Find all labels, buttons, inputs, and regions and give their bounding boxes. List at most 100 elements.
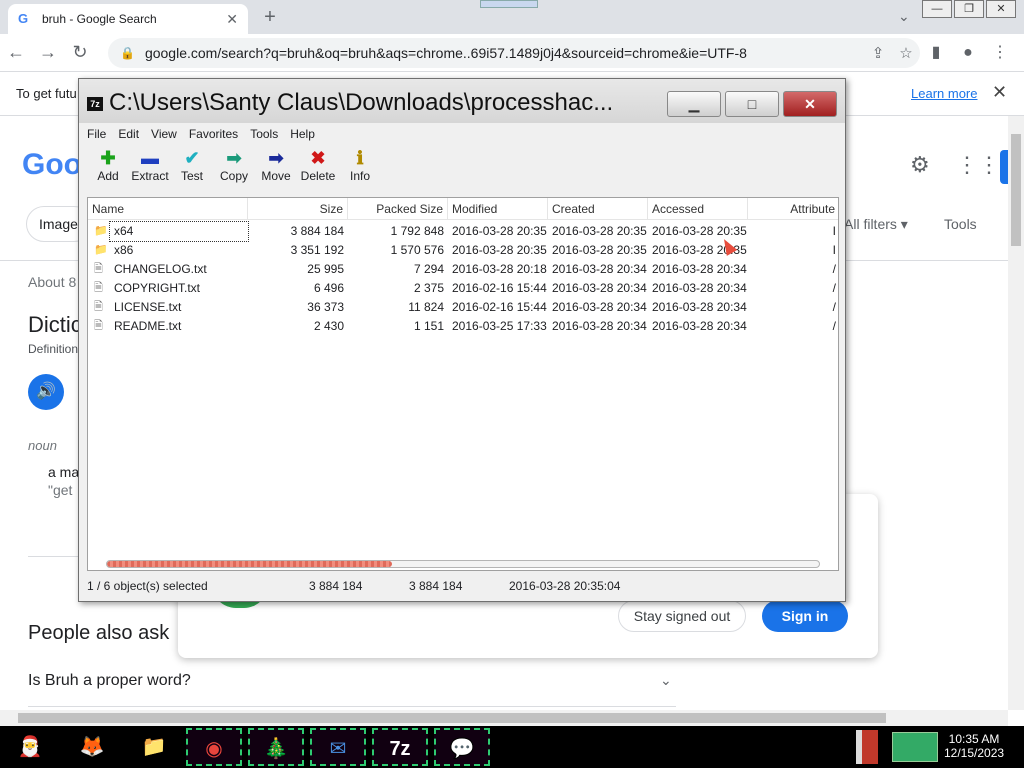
- clock[interactable]: 10:35 AM 12/15/2023: [944, 732, 1004, 760]
- firefox-icon[interactable]: 🦊: [64, 728, 120, 766]
- address-bar[interactable]: 🔒 google.com/search?q=bruh&oq=bruh&aqs=c…: [108, 38, 920, 68]
- toolbar-right: ▮ ● ⋮: [920, 40, 1016, 66]
- side-panel-icon[interactable]: ▮: [920, 40, 952, 66]
- google-logo[interactable]: Goo: [22, 148, 82, 182]
- tools-button[interactable]: Tools: [944, 216, 977, 232]
- profile-avatar-icon[interactable]: ●: [952, 40, 984, 66]
- cell-size: 3 884 184: [290, 224, 344, 238]
- menu-item-file[interactable]: File: [87, 125, 106, 145]
- seven-zip-title-bar[interactable]: 7z C:\Users\Santy Claus\Downloads\proces…: [79, 79, 845, 123]
- tray-network-icon[interactable]: [892, 732, 938, 762]
- file-explorer-icon[interactable]: 📁: [126, 728, 182, 766]
- vertical-scrollbar[interactable]: [1008, 116, 1024, 710]
- info-button[interactable]: ℹ Info: [339, 147, 381, 195]
- people-also-ask-heading: People also ask: [28, 622, 170, 644]
- minimize-button[interactable]: —: [922, 0, 952, 18]
- minimize-button[interactable]: ▁: [667, 91, 721, 117]
- column-header-attribute[interactable]: Attribute: [748, 198, 838, 219]
- menu-kebab-icon[interactable]: ⋮: [984, 40, 1016, 66]
- restore-button[interactable]: ❐: [954, 0, 984, 18]
- table-row[interactable]: 🗎 README.txt 2 430 1 151 2016-03-25 17:33 201…: [88, 317, 838, 336]
- test-button[interactable]: ✔ Test: [171, 147, 213, 195]
- chat-icon[interactable]: 💬: [434, 728, 490, 766]
- cell-attr: /: [832, 300, 836, 314]
- table-row[interactable]: 🗎 COPYRIGHT.txt 6 496 2 375 2016-02-16 15:44…: [88, 279, 838, 298]
- google-apps-grid-icon[interactable]: ⋮⋮: [956, 152, 1000, 178]
- tab-strip: G bruh - Google Search ✕ + ⌄ — ❐ ✕: [0, 0, 1024, 34]
- column-header-packed-size[interactable]: Packed Size: [348, 198, 448, 219]
- column-header-created[interactable]: Created: [548, 198, 648, 219]
- x-icon: ✖: [310, 148, 326, 168]
- table-row[interactable]: 🗎 CHANGELOG.txt 25 995 7 294 2016-03-28 20:1…: [88, 260, 838, 279]
- status-modified: 2016-03-28 20:35:04: [509, 579, 621, 593]
- cell-accessed: 2016-03-28 20:34: [652, 319, 747, 333]
- column-header-accessed[interactable]: Accessed: [648, 198, 748, 219]
- column-header-name[interactable]: Name: [88, 198, 248, 219]
- bookmark-star-icon[interactable]: ☆: [892, 44, 920, 62]
- cell-accessed: 2016-03-28 20:35: [652, 224, 747, 238]
- maximize-button[interactable]: □: [725, 91, 779, 117]
- tab-google-search[interactable]: G bruh - Google Search ✕: [8, 4, 248, 34]
- seven-zip-icon[interactable]: 7z: [372, 728, 428, 766]
- toolbar-label: Add: [97, 169, 119, 183]
- extract-button[interactable]: ▬ Extract: [129, 147, 171, 195]
- sign-in-button[interactable]: Sign in: [762, 600, 848, 632]
- back-arrow-icon[interactable]: ←: [0, 42, 32, 63]
- menu-item-help[interactable]: Help: [290, 125, 315, 145]
- menu-item-view[interactable]: View: [151, 125, 177, 145]
- close-window-button[interactable]: ✕: [986, 0, 1016, 18]
- learn-more-link[interactable]: Learn more: [911, 86, 977, 101]
- mail-icon[interactable]: ✉: [310, 728, 366, 766]
- menu-item-edit[interactable]: Edit: [118, 125, 139, 145]
- stay-signed-out-button[interactable]: Stay signed out: [618, 600, 746, 632]
- cell-attr: I: [832, 243, 836, 257]
- column-header-modified[interactable]: Modified: [448, 198, 548, 219]
- toolbar-label: Move: [261, 169, 291, 183]
- close-button[interactable]: ✕: [783, 91, 837, 117]
- paa-question[interactable]: Is Bruh a proper word?: [28, 672, 191, 690]
- scroll-thumb[interactable]: [1011, 134, 1021, 246]
- settings-gear-icon[interactable]: ⚙: [910, 152, 930, 178]
- chevron-down-icon[interactable]: ⌄: [660, 672, 672, 689]
- cell-created: 2016-03-28 20:34: [552, 281, 647, 295]
- table-row[interactable]: 🗎 LICENSE.txt 36 373 11 824 2016-02-16 15:44…: [88, 298, 838, 317]
- cell-size: 2 430: [313, 319, 344, 333]
- cell-packed: 1 570 576: [390, 243, 444, 257]
- horizontal-scrollbar[interactable]: [0, 710, 1008, 726]
- move-button[interactable]: ➡ Move: [255, 147, 297, 195]
- new-tab-button[interactable]: +: [258, 6, 282, 30]
- add-button[interactable]: ✚ Add: [87, 147, 129, 195]
- column-header-size[interactable]: Size: [248, 198, 348, 219]
- cell-name: x86: [114, 243, 134, 257]
- forward-arrow-icon[interactable]: →: [32, 42, 64, 63]
- arrow-right-icon: ➡: [268, 148, 284, 168]
- horizontal-scroll-progress[interactable]: [106, 560, 820, 568]
- tab-search-chevron-icon[interactable]: ⌄: [898, 8, 910, 25]
- copy-button[interactable]: ➡ Copy: [213, 147, 255, 195]
- status-packed: 3 884 184: [409, 579, 463, 593]
- toolbar-label: Copy: [219, 169, 248, 183]
- info-bar-close-icon[interactable]: ✕: [992, 82, 1007, 103]
- menu-item-tools[interactable]: Tools: [250, 125, 278, 145]
- cell-name: LICENSE.txt: [114, 300, 182, 314]
- santa-icon[interactable]: 🎅: [2, 728, 58, 766]
- reload-icon[interactable]: ↻: [64, 42, 96, 63]
- toolbar-label: Info: [349, 169, 370, 183]
- cell-attr: /: [832, 262, 836, 276]
- status-size: 3 884 184: [309, 579, 363, 593]
- scroll-thumb[interactable]: [18, 713, 886, 723]
- menu-item-favorites[interactable]: Favorites: [189, 125, 238, 145]
- tray-notification-icon[interactable]: [856, 730, 878, 764]
- chrome-icon[interactable]: ◉: [186, 728, 242, 766]
- christmas-tree-icon[interactable]: 🎄: [248, 728, 304, 766]
- cell-size: 36 373: [307, 300, 344, 314]
- tab-close-icon[interactable]: ✕: [226, 11, 238, 28]
- share-icon[interactable]: ⇪: [864, 44, 892, 62]
- menu-bar: File Edit View Favorites Tools Help: [87, 125, 327, 145]
- speaker-icon[interactable]: 🔊: [28, 374, 64, 410]
- status-selection: 1 / 6 object(s) selected: [87, 579, 208, 593]
- cell-modified: 2016-02-16 15:44: [452, 281, 547, 295]
- all-filters-button[interactable]: All filters ▾: [844, 216, 908, 233]
- delete-button[interactable]: ✖ Delete: [297, 147, 339, 195]
- url-text[interactable]: google.com/search?q=bruh&oq=bruh&aqs=chr…: [145, 45, 864, 61]
